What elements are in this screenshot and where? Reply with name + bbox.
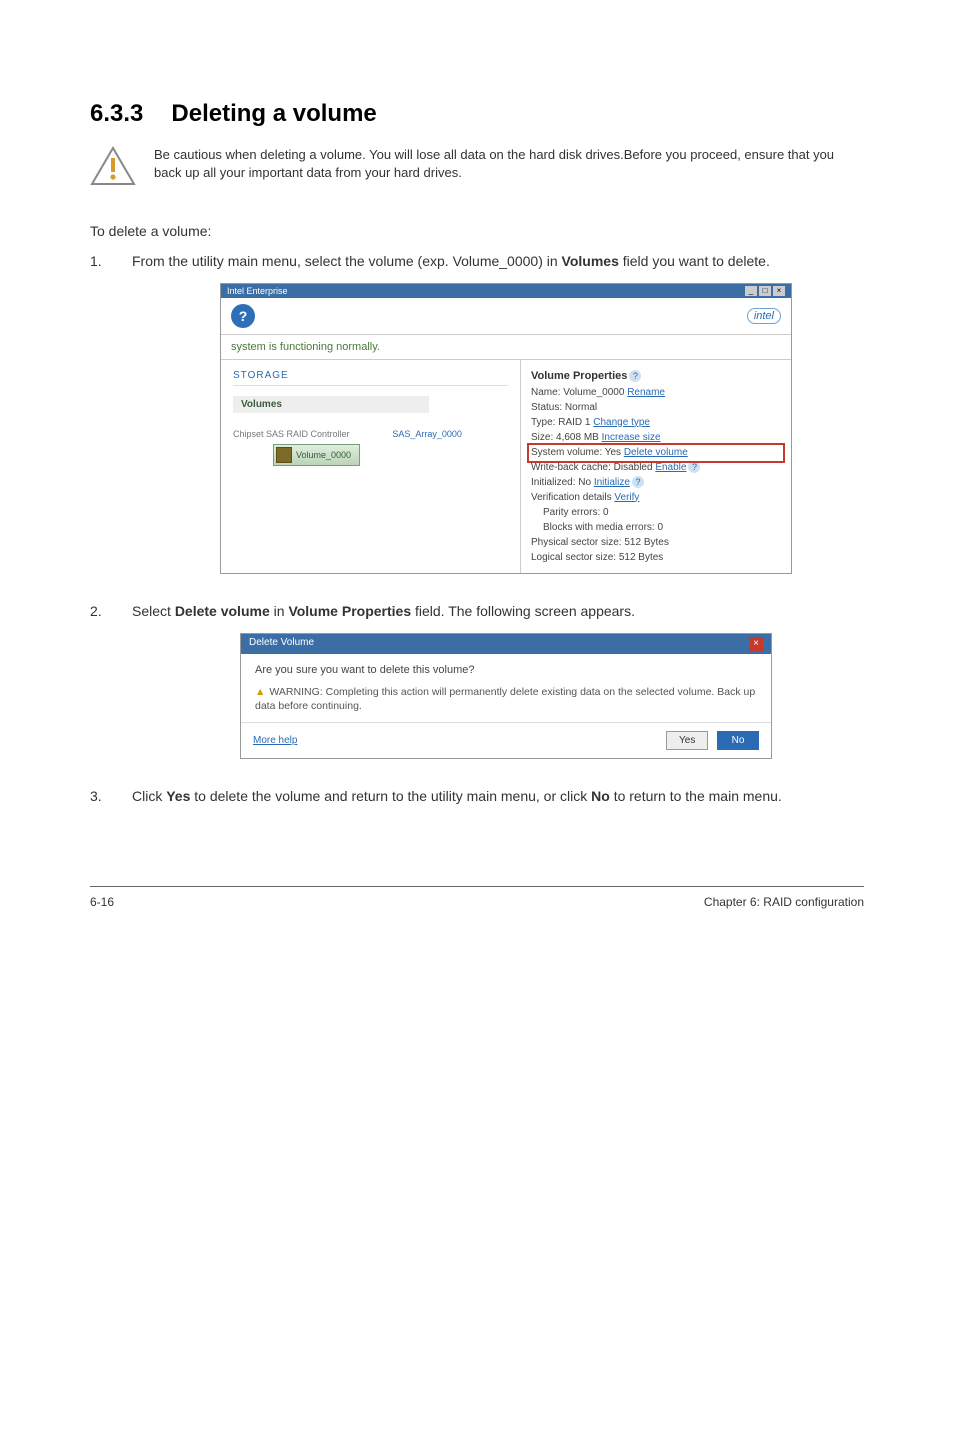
screenshot-delete-dialog: Delete Volume × Are you sure you want to… bbox=[240, 633, 772, 758]
step-bold: Yes bbox=[166, 788, 190, 804]
prop-value: Logical sector size: 512 Bytes bbox=[531, 550, 781, 565]
initialize-link[interactable]: Initialize bbox=[594, 477, 630, 488]
help-tooltip-icon[interactable]: ? bbox=[688, 461, 700, 473]
minimize-icon[interactable]: _ bbox=[745, 286, 757, 296]
change-type-link[interactable]: Change type bbox=[593, 417, 650, 428]
delete-volume-link[interactable]: Delete volume bbox=[624, 447, 688, 458]
verify-link[interactable]: Verify bbox=[614, 492, 639, 503]
step-text: From the utility main menu, select the v… bbox=[132, 253, 562, 269]
dialog-titlebar: Delete Volume × bbox=[241, 634, 771, 654]
disk-icon bbox=[276, 447, 292, 463]
prop-value: 4,608 MB bbox=[556, 432, 599, 443]
step-bold: Delete volume bbox=[175, 603, 270, 619]
prop-value: System volume: Yes bbox=[531, 447, 621, 458]
step-3: 3. Click Yes to delete the volume and re… bbox=[90, 787, 864, 807]
prop-value: Write-back cache: Disabled bbox=[531, 462, 653, 473]
prop-value: Blocks with media errors: 0 bbox=[531, 520, 781, 535]
dialog-title: Delete Volume bbox=[249, 637, 314, 651]
more-help-link[interactable]: More help bbox=[253, 735, 297, 746]
heading-number: 6.3.3 bbox=[90, 100, 143, 128]
step-text: Select bbox=[132, 603, 175, 619]
step-number: 3. bbox=[90, 787, 132, 807]
chapter-label: Chapter 6: RAID configuration bbox=[704, 895, 864, 909]
screenshot-raid-utility: Intel Enterprise _ □ × ? intel system is… bbox=[220, 283, 792, 574]
page-number: 6-16 bbox=[90, 895, 114, 909]
intel-logo: intel bbox=[747, 308, 781, 324]
intro-text: To delete a volume: bbox=[90, 222, 864, 242]
rename-link[interactable]: Rename bbox=[627, 387, 665, 398]
section-heading: 6.3.3 Deleting a volume bbox=[90, 100, 864, 128]
controller-label: Chipset SAS RAID Controller bbox=[233, 429, 350, 439]
step-number: 2. bbox=[90, 602, 132, 622]
help-icon[interactable]: ? bbox=[231, 304, 255, 328]
step-number: 1. bbox=[90, 252, 132, 272]
step-bold: No bbox=[591, 788, 610, 804]
prop-value: RAID 1 bbox=[558, 417, 590, 428]
close-icon[interactable]: × bbox=[773, 286, 785, 296]
prop-value: Initialized: No bbox=[531, 477, 591, 488]
warning-text: Completing this action will permanently … bbox=[255, 686, 755, 712]
step-text: Click bbox=[132, 788, 166, 804]
warning-label: WARNING: bbox=[269, 686, 322, 698]
increase-size-link[interactable]: Increase size bbox=[602, 432, 661, 443]
no-button[interactable]: No bbox=[717, 731, 759, 750]
prop-value: Physical sector size: 512 Bytes bbox=[531, 535, 781, 550]
step-text: field you want to delete. bbox=[619, 253, 770, 269]
step-text: to return to the main menu. bbox=[610, 788, 782, 804]
prop-value: Verification details bbox=[531, 492, 612, 503]
help-tooltip-icon[interactable]: ? bbox=[629, 370, 641, 382]
step-text: to delete the volume and return to the u… bbox=[190, 788, 591, 804]
caution-icon bbox=[90, 146, 136, 186]
prop-label: Type: bbox=[531, 417, 555, 428]
step-1: 1. From the utility main menu, select th… bbox=[90, 252, 864, 272]
step-bold: Volume Properties bbox=[288, 603, 411, 619]
yes-button[interactable]: Yes bbox=[666, 731, 708, 750]
step-text: in bbox=[270, 603, 289, 619]
help-tooltip-icon[interactable]: ? bbox=[632, 476, 644, 488]
array-link[interactable]: SAS_Array_0000 bbox=[392, 429, 462, 439]
caution-block: Be cautious when deleting a volume. You … bbox=[90, 146, 864, 186]
volume-chip[interactable]: Volume_0000 bbox=[273, 444, 360, 466]
window-title: Intel Enterprise bbox=[227, 286, 288, 296]
maximize-icon[interactable]: □ bbox=[759, 286, 771, 296]
step-text: field. The following screen appears. bbox=[411, 603, 635, 619]
step-2: 2. Select Delete volume in Volume Proper… bbox=[90, 602, 864, 622]
prop-label: Size: bbox=[531, 432, 553, 443]
window-titlebar: Intel Enterprise _ □ × bbox=[221, 284, 791, 298]
warning-icon: ▲ bbox=[255, 686, 265, 700]
caution-text: Be cautious when deleting a volume. You … bbox=[154, 146, 864, 181]
prop-label: Status: bbox=[531, 402, 562, 413]
volumes-header: Volumes bbox=[233, 396, 429, 413]
prop-value: Normal bbox=[565, 402, 597, 413]
heading-title: Deleting a volume bbox=[171, 100, 376, 127]
volume-chip-label: Volume_0000 bbox=[296, 450, 351, 460]
step-bold: Volumes bbox=[562, 253, 619, 269]
status-message: system is functioning normally. bbox=[221, 335, 791, 360]
enable-cache-link[interactable]: Enable bbox=[655, 462, 686, 473]
prop-value: Volume_0000 bbox=[563, 387, 624, 398]
breadcrumb: STORAGE bbox=[233, 370, 508, 386]
page-footer: 6-16 Chapter 6: RAID configuration bbox=[90, 886, 864, 909]
prop-label: Name: bbox=[531, 387, 560, 398]
prop-value: Parity errors: 0 bbox=[531, 505, 781, 520]
dialog-question: Are you sure you want to delete this vol… bbox=[255, 664, 757, 676]
close-icon[interactable]: × bbox=[749, 637, 763, 651]
volume-properties-title: Volume Properties bbox=[531, 370, 627, 382]
